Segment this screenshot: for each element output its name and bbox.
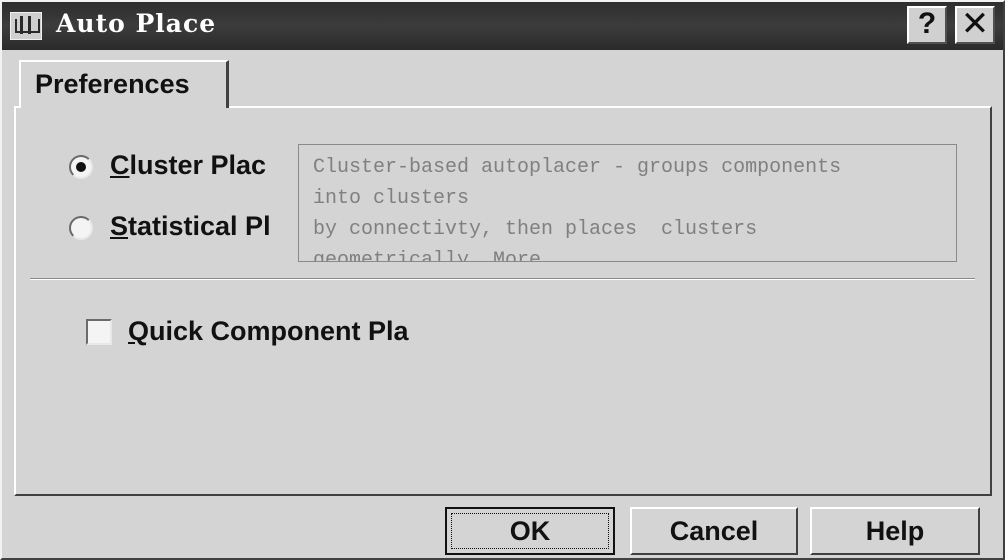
cluster-placer-label[interactable]: Cluster Plac: [110, 150, 288, 181]
dialog-title: Auto Place: [56, 9, 217, 38]
help-title-button[interactable]: ?: [907, 6, 947, 44]
separator: [30, 278, 975, 280]
app-icon: [10, 12, 42, 40]
cluster-placer-radio[interactable]: [69, 155, 93, 179]
quick-component-label[interactable]: Quick Component Pla: [128, 316, 446, 347]
quick-component-checkbox[interactable]: [86, 319, 112, 345]
focus-rectangle: [451, 513, 609, 549]
tab-preferences[interactable]: Preferences: [19, 60, 229, 108]
close-button[interactable]: ✕: [955, 6, 995, 44]
title-bar[interactable]: Auto Place ? ✕: [2, 2, 1003, 50]
statistical-placer-radio[interactable]: [69, 216, 93, 240]
statistical-placer-label[interactable]: Statistical Pl: [110, 211, 298, 242]
help-button[interactable]: Help: [810, 507, 980, 555]
radio-selected-dot: [76, 162, 86, 172]
description-text: Cluster-based autoplacer - groups compon…: [313, 156, 842, 262]
auto-place-dialog: Auto Place ? ✕ Preferences Cluster Plac …: [0, 0, 1005, 560]
ok-button[interactable]: OK: [445, 507, 615, 555]
tab-preferences-label: Preferences: [35, 69, 190, 99]
description-box: Cluster-based autoplacer - groups compon…: [298, 144, 957, 262]
cancel-button[interactable]: Cancel: [630, 507, 798, 555]
